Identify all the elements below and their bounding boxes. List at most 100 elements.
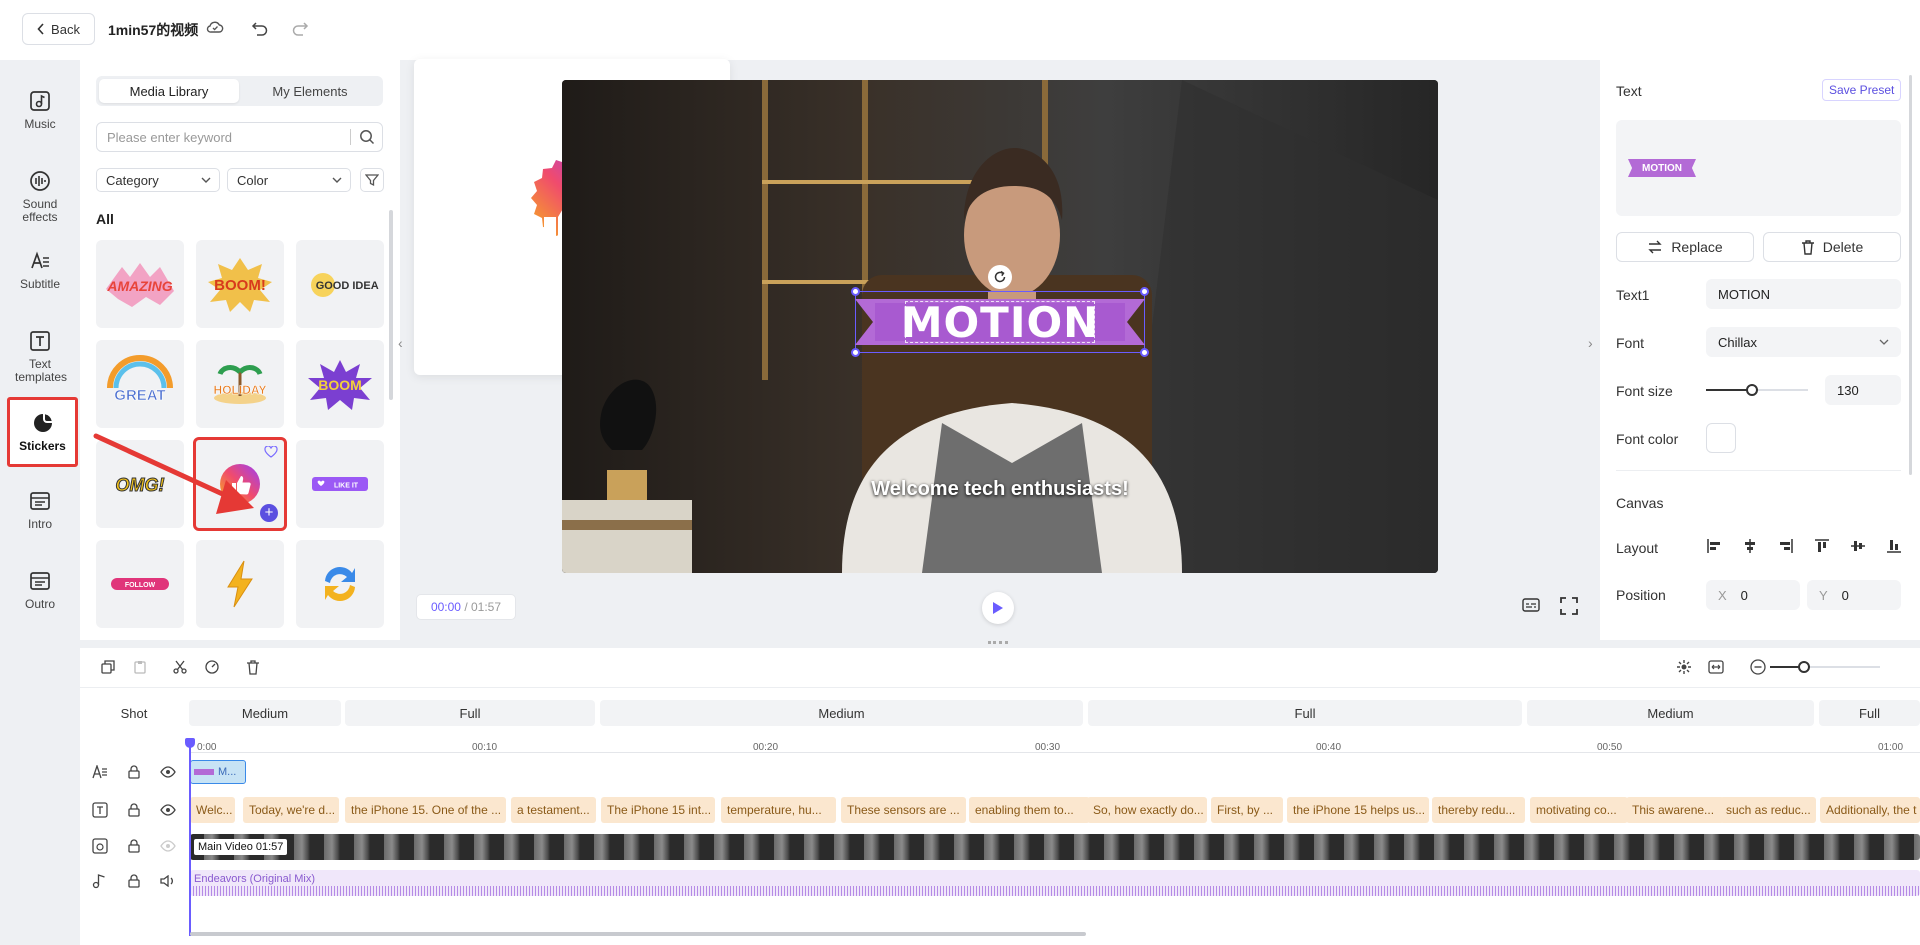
resize-handle[interactable]	[1140, 348, 1149, 357]
subtitle-clip[interactable]: thereby redu...	[1432, 797, 1525, 823]
subtitle-clip[interactable]: the iPhone 15. One of the ...	[345, 797, 506, 823]
collapse-left-icon[interactable]: ‹	[398, 335, 412, 355]
rail-item-outro[interactable]: Outro	[0, 570, 80, 611]
search-input[interactable]	[107, 128, 347, 146]
align-bottom-icon[interactable]	[1886, 538, 1902, 554]
subtitle-clip[interactable]: a testament...	[511, 797, 596, 823]
undo-icon[interactable]	[251, 20, 269, 36]
subtitle-clip[interactable]: Welc...	[190, 797, 235, 823]
sticker-boom-purple[interactable]: BOOM	[296, 340, 384, 428]
lock-icon[interactable]	[127, 803, 141, 817]
save-preset-button[interactable]: Save Preset	[1822, 79, 1902, 101]
subtitle-clip[interactable]: So, how exactly do...	[1087, 797, 1207, 823]
copy-icon[interactable]	[101, 660, 115, 674]
sticker-follow[interactable]: FOLLOW	[96, 540, 184, 628]
magnet-snap-icon[interactable]	[1676, 659, 1692, 675]
lock-icon[interactable]	[127, 839, 141, 853]
paste-icon[interactable]	[133, 660, 147, 674]
sticker-great[interactable]: GREAT	[96, 340, 184, 428]
delete-button[interactable]: Delete	[1763, 232, 1901, 262]
sticker-amazing[interactable]: AMAZING	[96, 240, 184, 328]
main-video-clip[interactable]: Main Video 01:57	[190, 834, 1920, 860]
subtitle-clip[interactable]: Additionally, the t	[1820, 797, 1920, 823]
align-left-icon[interactable]	[1706, 538, 1722, 554]
rail-item-subtitle[interactable]: Subtitle	[0, 250, 80, 291]
trash-icon[interactable]	[246, 660, 260, 675]
volume-icon[interactable]	[160, 875, 176, 887]
back-button[interactable]: Back	[22, 13, 95, 45]
properties-scrollbar[interactable]	[1909, 75, 1912, 475]
rail-item-sound-effects[interactable]: Sound effects	[0, 170, 80, 224]
sticker-like-it[interactable]: LIKE IT	[296, 440, 384, 528]
cloud-sync-icon[interactable]	[206, 20, 224, 34]
lock-icon[interactable]	[127, 765, 141, 779]
rail-item-intro[interactable]: Intro	[0, 490, 80, 531]
tab-media-library[interactable]: Media Library	[99, 79, 239, 103]
shot-segment[interactable]: Full	[1819, 700, 1920, 726]
text1-input[interactable]: MOTION	[1706, 279, 1901, 309]
resize-handle[interactable]	[1140, 287, 1149, 296]
rail-item-music[interactable]: Music	[0, 90, 80, 131]
align-top-icon[interactable]	[1814, 538, 1830, 554]
sticker-good-idea[interactable]: GOOD IDEA!	[296, 240, 384, 328]
timeline-scrollbar[interactable]	[190, 932, 1086, 936]
shot-segment[interactable]: Full	[1088, 700, 1522, 726]
subtitle-clip[interactable]: motivating co...	[1530, 797, 1628, 823]
font-select[interactable]: Chillax	[1706, 327, 1901, 357]
zoom-slider[interactable]	[1770, 661, 1880, 673]
eye-icon-disabled[interactable]	[160, 840, 176, 852]
redo-icon[interactable]	[291, 20, 309, 36]
subtitle-clip[interactable]: These sensors are ...	[841, 797, 966, 823]
subtitle-toggle-icon[interactable]	[1522, 598, 1540, 612]
sticker-holiday[interactable]: HOLIDAY	[196, 340, 284, 428]
sticker-clip[interactable]: M...	[190, 760, 246, 784]
play-button[interactable]	[982, 592, 1014, 624]
video-canvas[interactable]: MOTION Welcome tech enthusiasts!	[562, 80, 1438, 573]
sticker-boom-orange[interactable]: BOOM!	[196, 240, 284, 328]
font-size-slider[interactable]	[1706, 384, 1808, 396]
resize-handle[interactable]	[851, 287, 860, 296]
lock-icon[interactable]	[127, 874, 141, 888]
playhead[interactable]	[189, 740, 191, 936]
subtitle-clip[interactable]: Today, we're d...	[243, 797, 339, 823]
position-x-input[interactable]: X 0	[1706, 580, 1800, 610]
subtitle-clip[interactable]: The iPhone 15 int...	[601, 797, 715, 823]
playhead-handle[interactable]	[185, 738, 195, 748]
zoom-slider-knob[interactable]	[1798, 661, 1810, 673]
split-scissors-icon[interactable]	[173, 660, 187, 674]
eye-icon[interactable]	[160, 804, 176, 816]
subtitle-clip[interactable]: such as reduc...	[1720, 797, 1816, 823]
color-dropdown[interactable]: Color	[227, 168, 351, 192]
align-right-icon[interactable]	[1778, 538, 1794, 554]
filter-button[interactable]	[360, 168, 384, 192]
align-center-h-icon[interactable]	[1742, 538, 1758, 554]
search-icon[interactable]	[359, 129, 375, 145]
shot-segment[interactable]: Medium	[189, 700, 341, 726]
sticker-refresh[interactable]	[296, 540, 384, 628]
motion-banner[interactable]: MOTION	[855, 293, 1145, 351]
subtitle-clip[interactable]: This awarene...	[1626, 797, 1724, 823]
audio-clip[interactable]: Endeavors (Original Mix)	[190, 870, 1920, 896]
rotate-icon[interactable]	[988, 265, 1012, 289]
position-y-input[interactable]: Y 0	[1807, 580, 1901, 610]
rail-item-text-templates[interactable]: Text templates	[0, 330, 80, 384]
panel-resize-handle[interactable]	[988, 641, 1008, 644]
subtitle-clip[interactable]: the iPhone 15 helps us...	[1287, 797, 1429, 823]
eye-icon[interactable]	[160, 766, 176, 778]
motion-text[interactable]: MOTION	[901, 298, 1099, 347]
replace-button[interactable]: Replace	[1616, 232, 1754, 262]
sticker-lightning[interactable]	[196, 540, 284, 628]
shot-segment[interactable]: Full	[345, 700, 595, 726]
font-size-input[interactable]: 130	[1825, 375, 1901, 405]
align-center-v-icon[interactable]	[1850, 538, 1866, 554]
shot-segment[interactable]: Medium	[1527, 700, 1814, 726]
subtitle-clip[interactable]: temperature, hu...	[721, 797, 836, 823]
speed-icon[interactable]	[205, 660, 219, 674]
panel-scrollbar[interactable]	[389, 210, 393, 400]
font-color-swatch[interactable]	[1706, 423, 1736, 453]
zoom-out-icon[interactable]	[1750, 659, 1766, 675]
subtitle-clip[interactable]: enabling them to...	[969, 797, 1090, 823]
resize-handle[interactable]	[851, 348, 860, 357]
tab-my-elements[interactable]: My Elements	[240, 79, 380, 103]
slider-knob[interactable]	[1745, 384, 1758, 396]
